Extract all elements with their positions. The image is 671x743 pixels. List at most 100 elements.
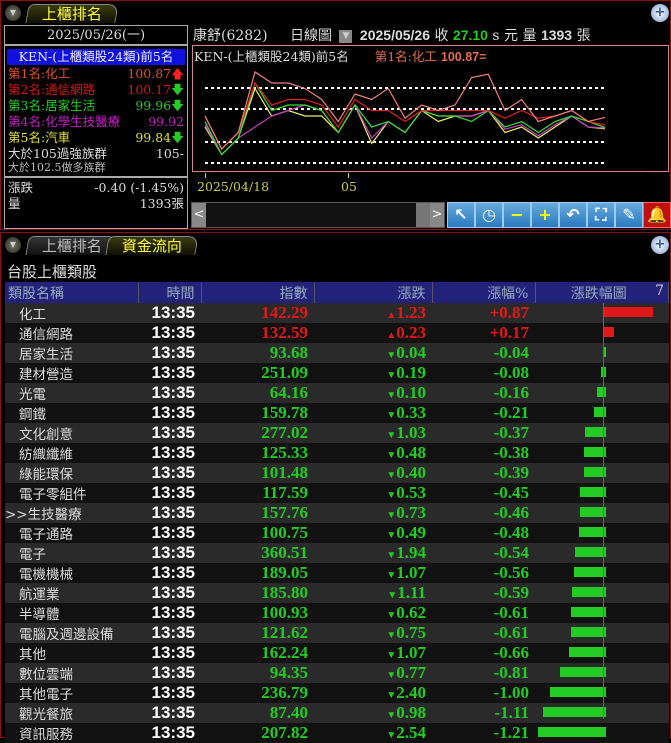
tick-mark bbox=[348, 173, 349, 178]
index-cell: 189.05 bbox=[261, 563, 308, 582]
time-cell: 13:35 bbox=[151, 623, 195, 642]
down-tick-icon: ▼ bbox=[386, 690, 397, 701]
up-tick-icon: ▲ bbox=[386, 310, 397, 321]
sector-name: 光電 bbox=[5, 383, 138, 403]
table-row[interactable]: 通信網路 13:35 132.59 ▲0.23 +0.17 bbox=[5, 323, 669, 343]
pct-cell: -0.37 bbox=[493, 423, 529, 442]
rank-item[interactable]: 第4名:化學生技醫療 99.92 bbox=[5, 114, 187, 130]
time-cell: 13:35 bbox=[151, 363, 195, 382]
down-tick-icon: ▼ bbox=[386, 570, 397, 581]
change-value: 0.19 bbox=[396, 363, 426, 382]
stock-name: 康舒(6282) bbox=[193, 28, 268, 44]
table-row[interactable]: 航運業 13:35 185.80 ▼1.11 -0.59 bbox=[5, 583, 669, 603]
table-row[interactable]: 居家生活 13:35 93.68 ▼0.04 -0.04 bbox=[5, 343, 669, 363]
table-row[interactable]: 化工 13:35 142.29 ▲1.23 +0.87 bbox=[5, 303, 669, 323]
pct-cell: +0.17 bbox=[489, 323, 529, 342]
table-row[interactable]: 電機機械 13:35 189.05 ▼1.07 -0.56 bbox=[5, 563, 669, 583]
scroll-left-button[interactable]: < bbox=[192, 203, 206, 227]
vol-unit: 張 bbox=[576, 28, 591, 44]
table-row[interactable]: 觀光餐旅 13:35 87.40 ▼0.98 -1.11 bbox=[5, 703, 669, 723]
tab-otc-ranking[interactable]: 上櫃排名 bbox=[25, 4, 119, 23]
table-row[interactable]: 鋼鐵 13:35 159.78 ▼0.33 -0.21 bbox=[5, 403, 669, 423]
col-index[interactable]: 指數 bbox=[201, 282, 315, 303]
fit-button[interactable]: ⛶ bbox=[587, 202, 615, 228]
table-row[interactable]: 綠能環保 13:35 101.48 ▼0.40 -0.39 bbox=[5, 463, 669, 483]
bar-cell bbox=[535, 323, 669, 343]
table-row[interactable]: 文化創意 13:35 277.02 ▼1.03 -0.37 bbox=[5, 423, 669, 443]
sort-indicator[interactable]: 7 bbox=[655, 283, 664, 299]
table-row[interactable]: 建材營造 13:35 251.09 ▼0.19 -0.08 bbox=[5, 363, 669, 383]
change-cell: ▼0.73 bbox=[314, 503, 432, 523]
scroll-thumb[interactable] bbox=[416, 203, 430, 227]
table-row[interactable]: 半導體 13:35 100.93 ▼0.62 -0.61 bbox=[5, 603, 669, 623]
table-row[interactable]: 其他 13:35 162.24 ▼1.07 -0.66 bbox=[5, 643, 669, 663]
panel-menu-button[interactable]: ▼ bbox=[5, 5, 21, 21]
rank-item[interactable]: 第1名:化工 100.87🡅 bbox=[5, 66, 187, 82]
table-row[interactable]: 其他電子 13:35 236.79 ▼2.40 -1.00 bbox=[5, 683, 669, 703]
time-cell: 13:35 bbox=[151, 323, 195, 342]
table-row[interactable]: 紡織纖維 13:35 125.33 ▼0.48 -0.38 bbox=[5, 443, 669, 463]
change-cell: ▼0.53 bbox=[314, 483, 432, 503]
col-pct[interactable]: 漲幅% bbox=[432, 282, 536, 303]
zoom-in-button[interactable]: + bbox=[531, 202, 559, 228]
rank-item[interactable]: 第2名:通信網路 100.17🡇 bbox=[5, 82, 187, 98]
down-arrow-icon: 🡇 bbox=[171, 82, 184, 97]
panel-menu-button[interactable]: ▼ bbox=[5, 237, 21, 253]
change-value: 0.53 bbox=[396, 483, 426, 502]
table-row[interactable]: >>生技醫療 13:35 157.76 ▼0.73 -0.46 bbox=[5, 503, 669, 523]
change-bar bbox=[572, 587, 606, 597]
rank-item[interactable]: 第3名:居家生活 99.96🡇 bbox=[5, 98, 187, 114]
sector-name: 半導體 bbox=[5, 603, 138, 623]
col-chart-label: 漲跌幅圖 bbox=[570, 285, 627, 302]
time-cell: 13:35 bbox=[151, 683, 195, 702]
down-tick-icon: ▼ bbox=[386, 650, 397, 661]
table-row[interactable]: 資訊服務 13:35 207.82 ▼2.54 -1.21 bbox=[5, 723, 669, 743]
rank-item[interactable]: 第5名:汽車 99.84🡇 bbox=[5, 130, 187, 146]
draw-tool-button[interactable]: ✎ bbox=[615, 202, 643, 228]
bar-cell bbox=[535, 363, 669, 383]
zoom-in-icon[interactable]: + bbox=[651, 4, 669, 22]
table-row[interactable]: 電子零組件 13:35 117.59 ▼0.53 -0.45 bbox=[5, 483, 669, 503]
undo-button[interactable]: ↶ bbox=[559, 202, 587, 228]
close-label: 收 bbox=[434, 28, 449, 44]
change-bar bbox=[579, 507, 606, 517]
bar-cell bbox=[535, 643, 669, 663]
col-change[interactable]: 漲跌 bbox=[314, 282, 433, 303]
zoom-out-button[interactable]: − bbox=[503, 202, 531, 228]
bar-cell bbox=[535, 343, 669, 363]
quote-date: 2025/05/26 bbox=[359, 27, 430, 43]
volume-label: 量 bbox=[8, 196, 21, 211]
chart-plot bbox=[204, 71, 606, 164]
table-row[interactable]: 數位雲端 13:35 94.35 ▼0.77 -0.81 bbox=[5, 663, 669, 683]
change-bar bbox=[580, 487, 606, 497]
table-row[interactable]: 光電 13:35 64.16 ▼0.10 -0.16 bbox=[5, 383, 669, 403]
rank-box: 2025/05/26(一) KEN-(上櫃類股24類)前5名 第1名:化工 100… bbox=[4, 25, 188, 229]
down-tick-icon: ▼ bbox=[386, 550, 397, 561]
chart-scrollbar[interactable]: < > bbox=[191, 202, 445, 228]
table-row[interactable]: 電子通路 13:35 100.75 ▼0.49 -0.48 bbox=[5, 523, 669, 543]
rank-value: 99.92 bbox=[148, 114, 184, 129]
clock-button[interactable]: ◷ bbox=[475, 202, 503, 228]
change-value: 1.23 bbox=[396, 303, 426, 322]
chart-type-dropdown[interactable]: ▼ bbox=[339, 29, 353, 43]
table-row[interactable]: 電腦及週邊設備 13:35 121.62 ▼0.75 -0.61 bbox=[5, 623, 669, 643]
down-tick-icon: ▼ bbox=[386, 350, 397, 361]
pct-cell: -0.08 bbox=[493, 363, 529, 382]
bar-cell bbox=[535, 623, 669, 643]
tab-fund-flow[interactable]: 資金流向 bbox=[105, 236, 199, 255]
change-value: 0.33 bbox=[396, 403, 426, 422]
sector-name-text: 資訊服務 bbox=[19, 727, 73, 743]
scroll-right-button[interactable]: > bbox=[430, 203, 444, 227]
strong-label: 大於105過強族群 bbox=[8, 146, 107, 161]
zoom-in-icon[interactable]: + bbox=[651, 236, 669, 254]
alert-bell-button[interactable]: 🔔 bbox=[643, 202, 671, 228]
change-value: 0.48 bbox=[396, 443, 426, 462]
col-chart[interactable]: 漲跌幅圖 7 bbox=[535, 282, 669, 303]
rank-value: 100.87 bbox=[127, 66, 172, 81]
cursor-button[interactable]: ↖ bbox=[447, 202, 475, 228]
col-time[interactable]: 時間 bbox=[138, 282, 202, 303]
table-row[interactable]: 電子 13:35 360.51 ▼1.94 -0.54 bbox=[5, 543, 669, 563]
index-cell: 159.78 bbox=[261, 403, 308, 422]
col-name[interactable]: 類股名稱 bbox=[5, 282, 139, 303]
bar-cell bbox=[535, 603, 669, 623]
